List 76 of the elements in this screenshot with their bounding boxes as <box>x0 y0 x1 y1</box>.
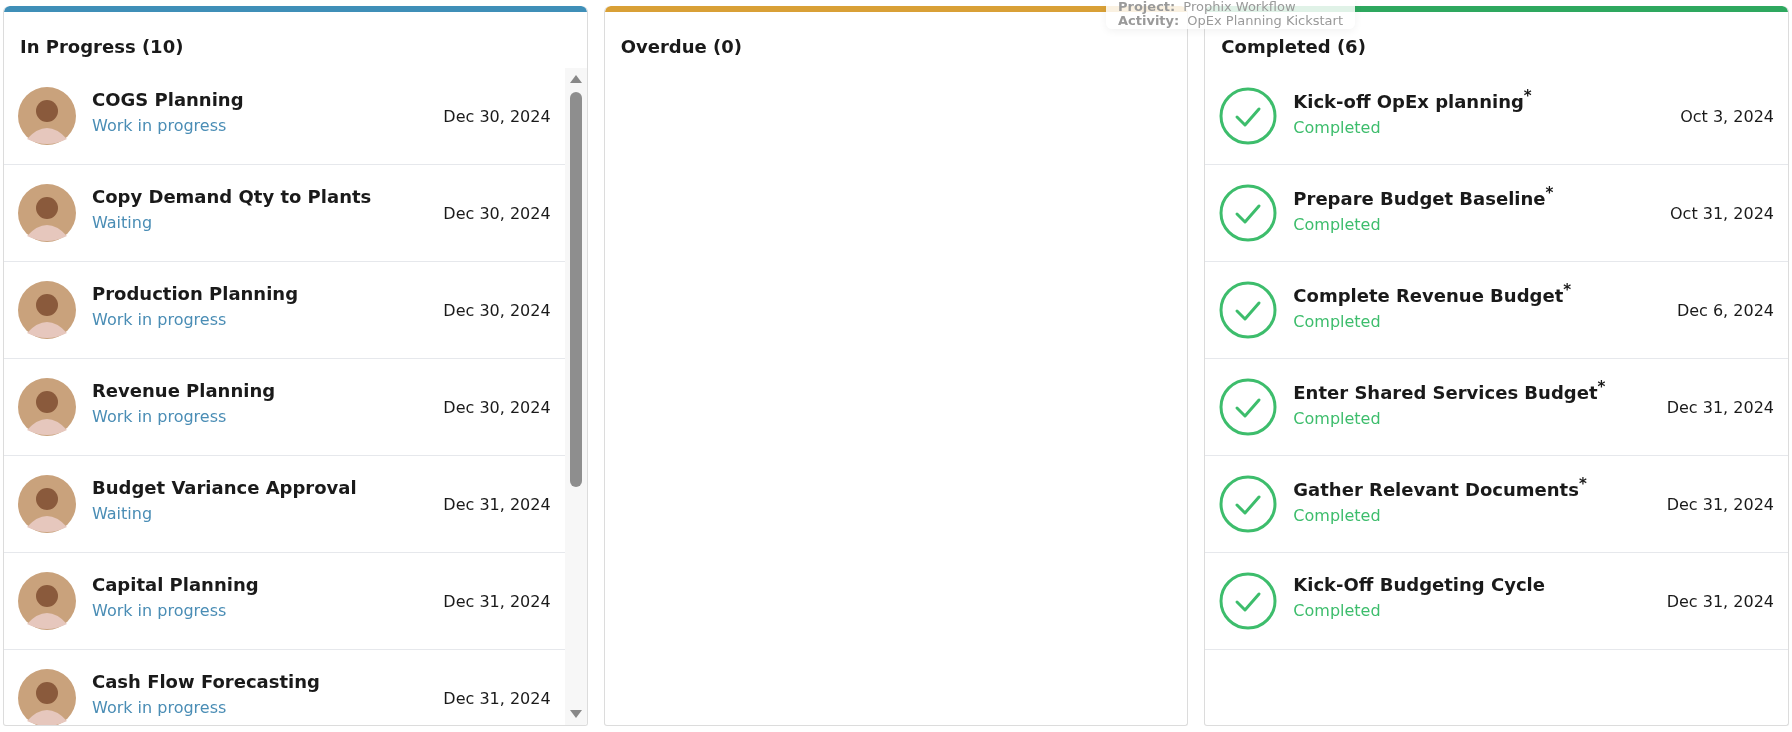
tooltip-value: OpEx Planning Kickstart <box>1187 14 1343 28</box>
column-title: Completed (6) <box>1221 36 1366 57</box>
due-date: Dec 6, 2024 <box>1676 300 1774 320</box>
due-date: Oct 31, 2024 <box>1670 203 1774 223</box>
task-status: Waiting <box>92 504 154 523</box>
task-title: Kick-off OpEx planning$^{*}$ <box>1293 87 1533 112</box>
task-title: Production Planning <box>92 283 300 304</box>
task-title: Complete Revenue Budget$^{*}$ <box>1293 281 1573 306</box>
task-item[interactable]: Complete Revenue Budget$^{*}$ Completed Dec 6, 2024 <box>1205 262 1788 359</box>
scrollbar[interactable] <box>564 68 587 725</box>
task-item[interactable]: Budget Variance Approval Waiting Dec 31, 2024 <box>4 456 565 553</box>
task-title: Copy Demand Qty to Plants <box>92 186 373 207</box>
due-date: Dec 30, 2024 <box>443 300 551 320</box>
check-circle-icon <box>1219 281 1278 339</box>
tooltip-label: Activity: <box>1118 14 1180 28</box>
task-item[interactable]: Enter Shared Services Budget$^{*}$ Completed Dec 31, 2024 <box>1205 359 1788 456</box>
due-date: Oct 3, 2024 <box>1680 106 1774 126</box>
task-item[interactable]: Production Planning Work in progress Dec 30, 2024 <box>4 262 565 359</box>
tooltip-value: Prophix Workflow <box>1183 0 1296 14</box>
due-date: Dec 31, 2024 <box>443 591 551 611</box>
column-title: In Progress (10) <box>20 36 184 57</box>
task-title: Kick-Off Budgeting Cycle <box>1293 574 1546 595</box>
tooltip-label: Project: <box>1118 0 1176 14</box>
task-title: Enter Shared Services Budget$^{*}$ <box>1293 378 1607 403</box>
task-title: Budget Variance Approval <box>92 477 358 498</box>
task-status: Work in progress <box>92 116 228 135</box>
task-status: Work in progress <box>92 407 228 426</box>
task-item[interactable]: Copy Demand Qty to Plants Waiting Dec 30, 2024 <box>4 165 565 262</box>
task-title: Cash Flow Forecasting <box>92 671 321 692</box>
avatar-icon <box>18 669 76 725</box>
check-circle-icon <box>1219 184 1278 242</box>
check-circle-icon <box>1219 378 1278 436</box>
avatar-icon <box>18 281 76 339</box>
task-status: Waiting <box>92 213 154 232</box>
avatar-icon <box>18 378 76 436</box>
task-item[interactable]: Kick-off OpEx planning$^{*}$ Completed Oct 3, 2024 <box>1205 68 1788 165</box>
task-status: Completed <box>1293 409 1382 428</box>
task-item[interactable]: Prepare Budget Baseline$^{*}$ Completed Oct 31, 2024 <box>1205 165 1788 262</box>
check-circle-icon <box>1219 572 1278 630</box>
task-title: Prepare Budget Baseline$^{*}$ <box>1293 184 1555 209</box>
due-date: Dec 31, 2024 <box>443 494 551 514</box>
check-circle-icon <box>1219 87 1278 145</box>
avatar-icon <box>18 475 76 533</box>
due-date: Dec 31, 2024 <box>1666 591 1774 611</box>
task-status: Completed <box>1293 601 1382 620</box>
task-item[interactable]: Cash Flow Forecasting Work in progress Dec 31, 2024 <box>4 650 565 725</box>
check-circle-icon <box>1219 475 1278 533</box>
avatar-icon <box>18 87 76 145</box>
task-title: Gather Relevant Documents$^{*}$ <box>1293 475 1588 500</box>
avatar-icon <box>18 184 76 242</box>
due-date: Dec 30, 2024 <box>443 203 551 223</box>
task-status: Completed <box>1293 312 1382 331</box>
task-status: Completed <box>1293 215 1382 234</box>
column-title: Overdue (0) <box>620 36 742 57</box>
task-status: Work in progress <box>92 310 228 329</box>
task-item[interactable]: Capital Planning Work in progress Dec 31, 2024 <box>4 553 565 650</box>
task-status: Completed <box>1293 118 1382 137</box>
due-date: Dec 30, 2024 <box>443 397 551 417</box>
due-date: Dec 31, 2024 <box>443 688 551 708</box>
scroll-down-icon[interactable] <box>568 709 583 719</box>
task-title: COGS Planning <box>92 89 245 110</box>
scroll-up-icon[interactable] <box>568 74 583 84</box>
task-title: Capital Planning <box>92 574 260 595</box>
task-item[interactable]: Gather Relevant Documents$^{*}$ Completed Dec 31, 2024 <box>1205 456 1788 553</box>
task-status: Completed <box>1293 506 1382 525</box>
avatar-icon <box>18 572 76 630</box>
task-item[interactable]: Kick-Off Budgeting Cycle Completed Dec 31, 2024 <box>1205 553 1788 650</box>
scrollbar-thumb[interactable] <box>569 92 582 487</box>
task-item[interactable]: Revenue Planning Work in progress Dec 30, 2024 <box>4 359 565 456</box>
due-date: Dec 31, 2024 <box>1666 494 1774 514</box>
task-title: Revenue Planning <box>92 380 277 401</box>
due-date: Dec 31, 2024 <box>1666 397 1774 417</box>
task-status: Work in progress <box>92 698 228 717</box>
due-date: Dec 30, 2024 <box>443 106 551 126</box>
task-item[interactable]: COGS Planning Work in progress Dec 30, 2024 <box>4 68 565 165</box>
task-status: Work in progress <box>92 601 228 620</box>
